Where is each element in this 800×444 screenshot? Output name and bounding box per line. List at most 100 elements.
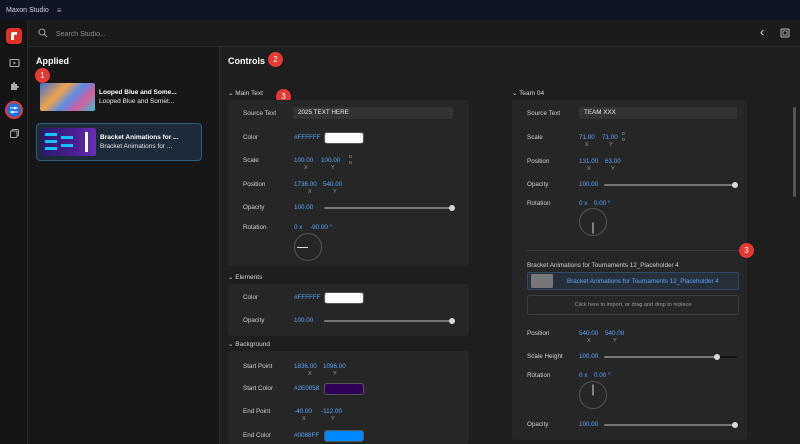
rotation-dial[interactable] xyxy=(294,233,322,261)
hamburger-icon[interactable]: ≡ xyxy=(57,6,62,15)
source-text-input[interactable]: TEAM XXX xyxy=(579,107,737,119)
position-y-value[interactable]: 540.00 xyxy=(605,330,624,337)
logo-icon[interactable] xyxy=(6,28,22,44)
search-bar: ‹ xyxy=(28,20,800,47)
source-text-label: Source Text xyxy=(527,110,561,117)
scale-height-value[interactable]: 100.00 xyxy=(579,353,598,360)
end-point-y-value[interactable]: -112.00 xyxy=(321,408,342,415)
rotation-degrees-value[interactable]: 0.00 ° xyxy=(594,372,611,379)
x-axis-label: X xyxy=(308,189,312,195)
chevron-down-icon: ⌄ xyxy=(228,90,234,97)
rotation-turns-value[interactable]: 0 x xyxy=(579,200,587,207)
group-header-elements[interactable]: ⌄ Elements xyxy=(228,273,262,281)
controls-panel: Controls 2 ⌄ Main Text 3 Source Text 202… xyxy=(220,47,800,444)
y-axis-label: Y xyxy=(613,338,617,344)
search-input[interactable] xyxy=(56,27,356,41)
position-label: Position xyxy=(527,330,550,337)
opacity-value[interactable]: 100.00 xyxy=(294,317,313,324)
rotation-turns-value[interactable]: 0 x xyxy=(294,224,302,231)
scale-y-value[interactable]: 71.00 xyxy=(602,134,618,141)
slider-knob[interactable] xyxy=(449,205,455,211)
scale-height-slider[interactable] xyxy=(604,354,738,360)
opacity-label: Opacity xyxy=(527,421,549,428)
group-header-main-text[interactable]: ⌄ Main Text xyxy=(228,89,263,97)
color-hex-value[interactable]: #FFFFFF xyxy=(294,134,321,141)
start-color-hex-value[interactable]: #2E0058 xyxy=(294,385,319,392)
section-divider xyxy=(527,250,739,251)
back-chevron-icon[interactable]: ‹ xyxy=(760,25,764,39)
opacity-label: Opacity xyxy=(243,317,265,324)
rotation-label: Rotation xyxy=(243,224,267,231)
drop-zone[interactable]: Click here to import, or drag and drop t… xyxy=(527,295,739,315)
scale-y-value[interactable]: 100.00 xyxy=(321,157,340,164)
placeholder-thumbnail xyxy=(531,274,553,288)
chevron-down-icon: ⌄ xyxy=(228,274,234,281)
scale-x-value[interactable]: 71.00 xyxy=(579,134,595,141)
end-color-hex-value[interactable]: #0088FF xyxy=(294,432,319,439)
library-icon[interactable] xyxy=(6,125,22,141)
opacity-value[interactable]: 100.00 xyxy=(579,421,598,428)
group-header-team[interactable]: ⌄ Team 04 xyxy=(512,89,544,97)
controls-icon[interactable] xyxy=(5,101,23,119)
x-axis-label: X xyxy=(587,338,591,344)
start-color-swatch[interactable] xyxy=(324,383,364,395)
group-header-background[interactable]: ⌄ Background xyxy=(228,340,270,348)
link-scale-icon[interactable]: oo xyxy=(349,154,352,166)
slider-knob[interactable] xyxy=(714,354,720,360)
position-x-value[interactable]: 1736.00 xyxy=(294,181,317,188)
rotation-label: Rotation xyxy=(527,372,551,379)
link-scale-icon[interactable]: oo xyxy=(622,131,625,143)
search-icon xyxy=(38,28,48,38)
extensions-icon[interactable] xyxy=(6,78,22,94)
opacity-slider[interactable] xyxy=(604,182,738,188)
rotation-degrees-value[interactable]: -90.00 ° xyxy=(310,224,332,231)
end-point-label: End Point xyxy=(243,408,271,415)
placeholder-file-name[interactable]: Bracket Animations for Tournaments 12_Pl… xyxy=(567,278,719,285)
start-point-y-value[interactable]: 1096.00 xyxy=(323,363,346,370)
position-y-value[interactable]: 540.00 xyxy=(323,181,342,188)
y-axis-label: Y xyxy=(609,142,613,148)
rotation-label: Rotation xyxy=(527,200,551,207)
controls-scrollbar[interactable] xyxy=(793,107,796,197)
slider-knob[interactable] xyxy=(449,318,455,324)
scale-x-value[interactable]: 100.00 xyxy=(294,157,313,164)
x-axis-label: X xyxy=(308,371,312,377)
rotation-dial[interactable] xyxy=(579,208,607,236)
opacity-slider[interactable] xyxy=(604,422,738,428)
opacity-slider[interactable] xyxy=(324,318,455,324)
slider-knob[interactable] xyxy=(732,422,738,428)
opacity-value[interactable]: 100.00 xyxy=(294,204,313,211)
placeholder-title: Bracket Animations for Tournaments 12_Pl… xyxy=(527,262,679,269)
fullscreen-icon[interactable] xyxy=(780,28,790,38)
rotation-degrees-value[interactable]: 0.00 ° xyxy=(594,200,611,207)
card-subtitle: Bracket Animations for ... xyxy=(100,143,173,150)
end-point-x-value[interactable]: -40.00 xyxy=(294,408,312,415)
placeholder-file-row[interactable]: Bracket Animations for Tournaments 12_Pl… xyxy=(527,272,739,290)
rotation-turns-value[interactable]: 0 x xyxy=(579,372,587,379)
media-icon[interactable] xyxy=(6,54,22,70)
position-label: Position xyxy=(527,158,550,165)
color-hex-value[interactable]: #FFFFFF xyxy=(294,294,321,301)
x-axis-label: X xyxy=(585,142,589,148)
scale-height-label: Scale Height xyxy=(527,353,563,360)
color-swatch[interactable] xyxy=(324,132,364,144)
card-thumbnail xyxy=(40,83,95,111)
position-x-value[interactable]: 540.00 xyxy=(579,330,598,337)
y-axis-label: Y xyxy=(611,166,615,172)
position-x-value[interactable]: 131.00 xyxy=(579,158,598,165)
rotation-dial[interactable] xyxy=(579,381,607,409)
position-y-value[interactable]: 63.00 xyxy=(605,158,621,165)
start-point-x-value[interactable]: 1836.00 xyxy=(294,363,317,370)
main-text-panel: Source Text 2025 TEXT HERE Color #FFFFFF… xyxy=(228,100,469,266)
opacity-slider[interactable] xyxy=(324,205,455,211)
app-title: Maxon Studio xyxy=(6,6,49,14)
applied-panel: Applied 1 Looped Blue and Some... Looped… xyxy=(28,47,220,444)
color-label: Color xyxy=(243,134,259,141)
applied-card-looped[interactable]: Looped Blue and Some... Looped Blue and … xyxy=(36,78,202,116)
slider-knob[interactable] xyxy=(732,182,738,188)
opacity-value[interactable]: 100.00 xyxy=(579,181,598,188)
color-swatch[interactable] xyxy=(324,292,364,304)
end-color-swatch[interactable] xyxy=(324,430,364,442)
source-text-input[interactable]: 2025 TEXT HERE xyxy=(293,107,453,119)
applied-card-bracket[interactable]: Bracket Animations for ... Bracket Anima… xyxy=(36,123,202,161)
